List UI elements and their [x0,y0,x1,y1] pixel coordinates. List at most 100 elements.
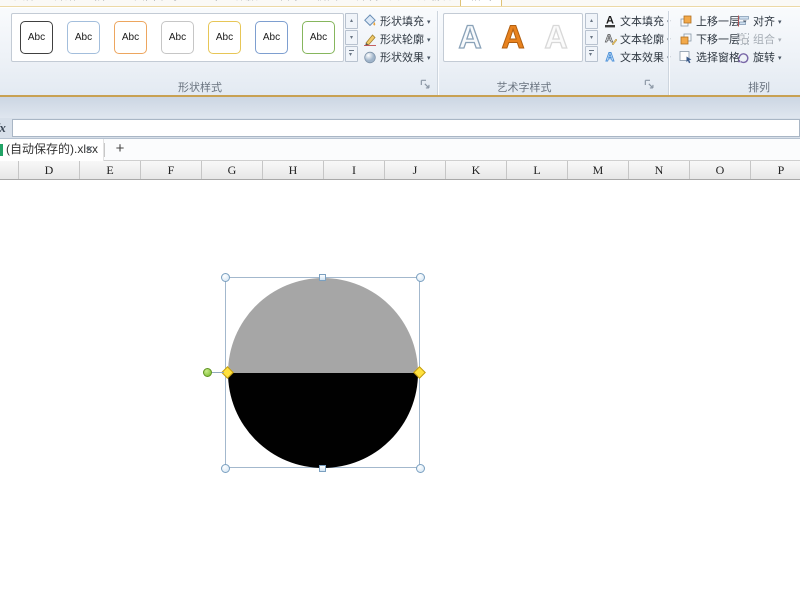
group-separator [668,11,669,95]
gallery-more-icon[interactable]: ▾ [585,46,598,63]
dropdown-caret-icon: ▾ [778,36,782,44]
resize-handle-top-middle[interactable] [319,273,326,281]
column-header-G[interactable]: G [202,161,263,179]
sphere-icon [363,50,377,64]
text-effects-icon: A [603,50,617,64]
dropdown-caret-icon: ▾ [778,18,782,26]
align-button[interactable]: 对齐 ▾ [734,12,784,30]
formula-bar: fx [0,118,800,139]
tab-view[interactable]: 视图 [307,0,347,6]
column-header-L[interactable]: L [507,161,568,179]
fx-icon[interactable]: fx [0,120,6,136]
column-header-partial[interactable] [0,161,19,179]
document-tab-label: (自动保存的).xlsx [6,142,98,156]
group-label: 组合 [753,34,775,46]
shape-outline-button[interactable]: 形状轮廓 ▾ [361,30,433,48]
column-header-N[interactable]: N [629,161,690,179]
shape-style-preset-1[interactable]: Abc [20,21,53,54]
text-outline-icon: A [603,32,617,46]
shape-style-preset-7[interactable]: Abc [302,21,335,54]
pencil-icon [363,32,377,46]
shape-style-preset-5[interactable]: Abc [208,21,241,54]
chrome-strip [0,97,800,118]
arrange-group-label: 排列 [748,82,770,94]
shape-gallery-scroll: ▴ ▾ ▾ [345,13,358,63]
text-outline-button[interactable]: A 文本轮廓 ▾ [601,30,673,48]
tab-page-layout[interactable]: 页面布局 [125,0,187,6]
resize-handle-bottom-right[interactable] [415,463,425,473]
wordart-style-3[interactable]: A [540,15,572,60]
document-tab-bar: (自动保存的).xlsx × + [0,139,800,161]
tab-file[interactable]: 文件 [5,0,45,6]
align-icon [736,14,750,28]
shape-style-preset-3[interactable]: Abc [114,21,147,54]
column-header-M[interactable]: M [568,161,629,179]
ribbon: Abc Abc Abc Abc Abc Abc Abc ▴ ▾ ▾ 形状填充 ▾… [0,8,800,97]
wordart-styles-dialog-launcher-icon[interactable] [643,78,657,92]
resize-handle-top-right[interactable] [415,272,425,282]
svg-text:A: A [458,19,481,55]
column-header-D[interactable]: D [19,161,80,179]
tab-insert[interactable]: 插入 [85,0,125,6]
text-effects-label: 文本效果 [620,52,664,64]
column-header-F[interactable]: F [141,161,202,179]
selected-shape-circle[interactable] [228,278,418,468]
sheet-canvas[interactable] [0,180,800,600]
column-header-H[interactable]: H [263,161,324,179]
text-effects-button[interactable]: A 文本效果 ▾ [601,48,673,66]
tab-format-active[interactable]: 格式 [460,0,502,6]
column-header-K[interactable]: K [446,161,507,179]
tab-home[interactable]: 开始 [45,0,85,6]
document-tab-active[interactable]: (自动保存的).xlsx × [0,139,104,161]
resize-handle-top-left[interactable] [220,272,230,282]
column-header-I[interactable]: I [324,161,385,179]
tab-review[interactable]: 审阅 [267,0,307,6]
tab-developer[interactable]: 开发工具 [347,0,409,6]
rotate-handle-line [211,372,224,373]
gallery-scroll-down-icon[interactable]: ▾ [345,29,358,46]
column-header-P[interactable]: P [751,161,800,179]
close-tab-icon[interactable]: × [86,139,93,160]
tab-separator [104,143,105,157]
formula-input[interactable] [12,119,800,137]
tab-addins[interactable]: 加载项 [409,0,460,6]
bring-forward-icon [679,14,693,28]
text-fill-button[interactable]: A 文本填充 ▾ [601,12,673,30]
tab-data[interactable]: 数据 [227,0,267,6]
rotate-label: 旋转 [753,52,775,64]
shape-effects-label: 形状效果 [380,52,424,64]
group-button[interactable]: 组合 ▾ [734,30,784,48]
file-icon [0,144,3,156]
svg-text:A: A [605,33,613,45]
selection-pane-icon [679,50,693,64]
dropdown-caret-icon: ▾ [427,36,431,44]
rotate-handle[interactable] [202,368,212,377]
gallery-scroll-down-icon[interactable]: ▾ [585,29,598,46]
gallery-more-icon[interactable]: ▾ [345,46,358,63]
shape-style-preset-6[interactable]: Abc [255,21,288,54]
gallery-scroll-up-icon[interactable]: ▴ [345,13,358,29]
new-tab-button[interactable]: + [110,139,130,161]
column-header-J[interactable]: J [385,161,446,179]
shape-fill-label: 形状填充 [380,16,424,28]
wordart-style-2[interactable]: A [497,15,529,60]
shape-styles-dialog-launcher-icon[interactable] [419,78,433,92]
resize-handle-bottom-middle[interactable] [319,464,326,472]
wordart-gallery-scroll: ▴ ▾ ▾ [585,13,598,63]
wordart-styles-group-label: 艺术字样式 [496,82,552,94]
wordart-style-1[interactable]: A [454,15,486,60]
shape-style-preset-2[interactable]: Abc [67,21,100,54]
shape-styles-group-label: 形状样式 [178,82,222,94]
resize-handle-bottom-left[interactable] [220,463,230,473]
shape-effects-button[interactable]: 形状效果 ▾ [361,48,433,66]
dropdown-caret-icon: ▾ [427,54,431,62]
send-backward-icon [679,32,693,46]
shape-fill-button[interactable]: 形状填充 ▾ [361,12,433,30]
shape-outline-label: 形状轮廓 [380,34,424,46]
gallery-scroll-up-icon[interactable]: ▴ [585,13,598,29]
rotate-button[interactable]: 旋转 ▾ [734,48,784,66]
tab-formulas[interactable]: 公式 [187,0,227,6]
shape-style-preset-4[interactable]: Abc [161,21,194,54]
column-header-O[interactable]: O [690,161,751,179]
column-header-E[interactable]: E [80,161,141,179]
